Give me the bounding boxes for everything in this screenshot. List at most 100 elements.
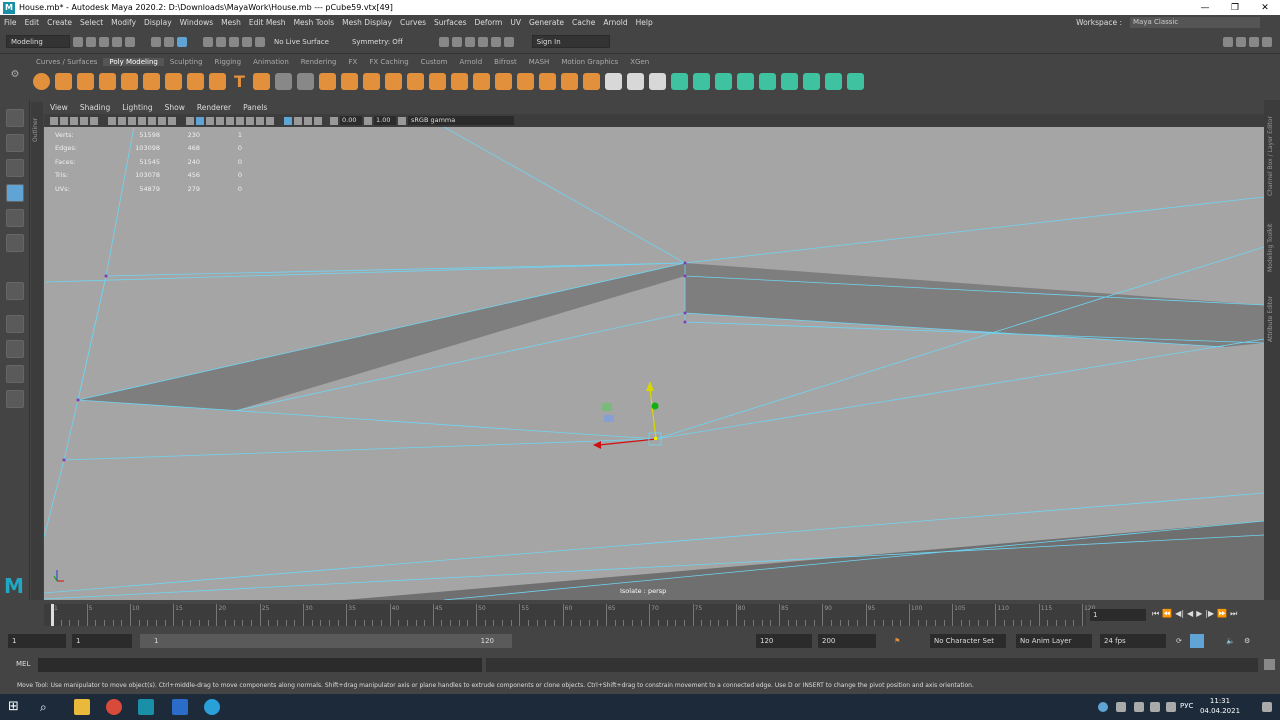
wifi-icon[interactable] (1150, 702, 1160, 712)
super-shape-icon[interactable] (209, 72, 226, 90)
panel-menu-renderer[interactable]: Renderer (191, 103, 237, 112)
snap-surface-icon[interactable] (255, 36, 265, 47)
motion-blur-icon[interactable] (256, 116, 264, 125)
cylindrical-map-icon[interactable] (715, 72, 732, 90)
fill-hole-icon[interactable] (561, 72, 578, 90)
multi-cut-icon[interactable] (605, 72, 622, 90)
snap-view-icon[interactable] (242, 36, 252, 47)
outliner-side-tab[interactable]: Outliner (31, 102, 43, 600)
attribute-editor-tab[interactable]: Attribute Editor (1267, 296, 1274, 342)
four-view-layout-icon[interactable] (6, 340, 24, 358)
animation-end-field[interactable]: 200 (818, 634, 876, 648)
combine-icon[interactable] (319, 72, 336, 90)
gate-mask-icon[interactable] (138, 116, 146, 125)
menu-create[interactable]: Create (43, 18, 76, 27)
menu-generate[interactable]: Generate (525, 18, 568, 27)
xray-icon[interactable] (294, 116, 302, 125)
notifications-icon[interactable] (1262, 702, 1272, 712)
move-tool-icon[interactable] (6, 184, 24, 202)
camera-bookmark-icon[interactable] (60, 116, 68, 125)
step-back-key-icon[interactable]: ⏪ (1162, 609, 1172, 621)
safe-title-icon[interactable] (168, 116, 176, 125)
view-transform-dropdown[interactable]: sRGB gamma (408, 116, 514, 125)
ipr-render-icon[interactable] (451, 36, 462, 47)
attribute-editor-icon[interactable] (1236, 36, 1246, 47)
field-chart-icon[interactable] (148, 116, 156, 125)
render-settings-icon[interactable] (464, 36, 475, 47)
onedrive-icon[interactable] (1098, 702, 1108, 712)
spherical-map-icon[interactable] (737, 72, 754, 90)
open-scene-icon[interactable] (86, 36, 96, 47)
single-perspective-layout-icon[interactable] (6, 315, 24, 333)
animation-start-field[interactable]: 1 (8, 634, 66, 648)
viewport-scene[interactable] (44, 127, 1264, 600)
shelf-gear-icon[interactable]: ⚙ (6, 56, 24, 94)
tool-settings-icon[interactable] (1249, 36, 1259, 47)
step-forward-key-icon[interactable]: ⏩ (1217, 609, 1227, 621)
hypershade-icon[interactable] (477, 36, 488, 47)
film-gate-icon[interactable] (118, 116, 126, 125)
exposure-icon[interactable] (330, 116, 338, 125)
ambient-occlusion-icon[interactable] (246, 116, 254, 125)
gamma-icon[interactable] (364, 116, 372, 125)
textured-icon[interactable] (216, 116, 224, 125)
panel-menu-show[interactable]: Show (159, 103, 191, 112)
render-setup-icon[interactable] (490, 36, 501, 47)
rotate-tool-icon[interactable] (6, 209, 24, 227)
extrude-icon[interactable] (495, 72, 512, 90)
menu-set-dropdown[interactable]: Modeling (6, 35, 70, 48)
channel-box-icon[interactable] (1262, 36, 1272, 47)
script-editor-icon[interactable] (1264, 659, 1275, 670)
mirror-icon[interactable] (407, 72, 424, 90)
poly-sphere-icon[interactable] (33, 72, 50, 90)
sculpt-icon[interactable] (275, 72, 292, 90)
fps-dropdown[interactable]: 24 fps (1100, 634, 1166, 648)
undo-icon[interactable] (112, 36, 122, 47)
two-pane-layout-icon[interactable] (6, 365, 24, 383)
auto-map-icon[interactable] (759, 72, 776, 90)
insert-edge-loop-icon[interactable] (627, 72, 644, 90)
reduce-icon[interactable] (473, 72, 490, 90)
sound-icon[interactable]: 🔈 (1222, 634, 1235, 648)
play-backwards-icon[interactable]: ◀ (1187, 609, 1193, 621)
live-surface-label[interactable]: No Live Surface (274, 38, 329, 46)
2d-pan-zoom-icon[interactable] (80, 116, 88, 125)
redo-icon[interactable] (125, 36, 135, 47)
select-component-icon[interactable] (177, 36, 187, 47)
wireframe-on-shaded-icon[interactable] (206, 116, 214, 125)
select-object-icon[interactable] (164, 36, 174, 47)
boolean-icon[interactable] (385, 72, 402, 90)
snap-curve-icon[interactable] (216, 36, 226, 47)
poly-disc-icon[interactable] (165, 72, 182, 90)
wireframe-icon[interactable] (186, 116, 194, 125)
mail-icon[interactable] (172, 699, 188, 715)
shelf-tab-sculpting[interactable]: Sculpting (164, 58, 209, 66)
menu-edit-mesh[interactable]: Edit Mesh (245, 18, 290, 27)
menu-uv[interactable]: UV (506, 18, 525, 27)
play-forwards-icon[interactable]: ▶ (1196, 609, 1202, 621)
time-slider-track[interactable]: 1 5 10 15 20 25 30 35 40 45 50 55 60 65 70 75 80 85 90 95 10… (44, 604, 1095, 626)
step-back-frame-icon[interactable]: ◀| (1175, 609, 1184, 621)
menu-mesh-display[interactable]: Mesh Display (338, 18, 396, 27)
shadows-icon[interactable] (236, 116, 244, 125)
retopologize-icon[interactable] (451, 72, 468, 90)
input-language-indicator[interactable]: РУС (1180, 702, 1193, 710)
menu-edit[interactable]: Edit (21, 18, 44, 27)
menu-cache[interactable]: Cache (568, 18, 599, 27)
loop-icon[interactable]: ⟳ (1172, 634, 1184, 648)
new-scene-icon[interactable] (73, 36, 83, 47)
sign-in-dropdown[interactable]: Sign In (531, 35, 610, 48)
grid-toggle-icon[interactable] (108, 116, 116, 125)
poly-cylinder-icon[interactable] (77, 72, 94, 90)
workspace-dropdown[interactable]: Maya Classic (1130, 16, 1260, 28)
mel-label[interactable]: MEL (16, 660, 30, 668)
unfold-icon[interactable] (781, 72, 798, 90)
menu-arnold[interactable]: Arnold (599, 18, 631, 27)
target-weld-icon[interactable] (649, 72, 666, 90)
chrome-icon[interactable] (106, 699, 122, 715)
separate-icon[interactable] (341, 72, 358, 90)
paint-select-tool-icon[interactable] (6, 159, 24, 177)
poly-cube-icon[interactable] (55, 72, 72, 90)
select-hierarchy-icon[interactable] (151, 36, 161, 47)
xray-active-icon[interactable] (304, 116, 312, 125)
